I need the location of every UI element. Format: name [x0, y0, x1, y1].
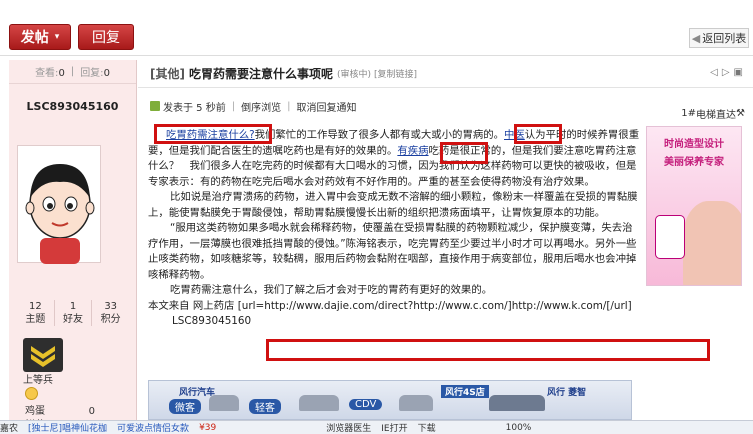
views-label: 查看:	[35, 68, 59, 79]
floor-controls: 1# 电梯直达 ⚒	[681, 106, 745, 121]
author-counts: 12 主题 1 好友 33 积分	[17, 300, 129, 326]
smiley-icon	[25, 387, 38, 400]
status-item[interactable]: 嘉农	[0, 421, 18, 434]
inline-link[interactable]: 有疾病	[397, 145, 428, 157]
reverse-order-link[interactable]: 倒序浏览	[241, 99, 281, 114]
car-icon	[399, 395, 433, 411]
cosmetics-ad[interactable]: 时尚造型设计 美丽保养专家	[646, 126, 742, 286]
status-price: ¥39	[199, 422, 217, 433]
cartoon-avatar-icon	[25, 164, 95, 264]
points-label: 积分	[100, 314, 121, 325]
status-item[interactable]: 下载	[418, 421, 436, 434]
highlight-box	[514, 124, 562, 144]
highlight-box	[154, 124, 272, 144]
status-item[interactable]: 浏览器医生	[326, 421, 371, 434]
thread-nav-icons[interactable]: ◁▷▣	[710, 67, 747, 78]
paragraph-text: 吃胃药需注意什么，我们了解之后才会对于吃的胃药有更好的效果的。	[170, 284, 493, 296]
replies-label: 回复:	[80, 68, 104, 79]
top-toolbar: 发帖 ▾ 回复 ◀ 返回列表	[0, 0, 753, 56]
car-icon	[209, 395, 239, 411]
rank-name: 上等兵	[23, 375, 53, 386]
status-item[interactable]: IE打开	[381, 421, 407, 434]
page-title: 吃胃药需要注意什么事项呢	[188, 67, 333, 81]
banner-tag: 轻客	[249, 399, 281, 414]
topics-label: 主题	[25, 314, 46, 325]
back-arrow-icon: ◀	[691, 31, 701, 45]
post-signature: LSC893045160	[172, 315, 252, 327]
banner-tag: 微客	[169, 399, 201, 414]
author-online-icon	[150, 101, 160, 111]
post-paragraph: 比如说是治疗胃溃疡的药物，进入胃中会变成无数不溶解的细小颗粒，像粉末一样覆盖在受…	[148, 190, 642, 221]
banner-tag: CDV	[349, 399, 383, 410]
thread-title-bar: [其他] 吃胃药需要注意什么事项呢 (审核中) [复制链接] ◁▷▣	[138, 60, 753, 88]
new-post-label: 发帖	[20, 30, 49, 46]
topics-stat[interactable]: 12 主题	[17, 300, 54, 326]
zoom-level[interactable]: 100%	[506, 423, 532, 433]
back-to-list-button[interactable]: ◀ 返回列表	[689, 28, 749, 48]
replies-count: 0	[103, 68, 110, 79]
friends-count: 1	[69, 301, 77, 312]
highlight-box	[440, 142, 488, 164]
ad-line-2: 美丽保养专家	[664, 157, 724, 168]
floor-number: 1#	[681, 107, 697, 119]
post-meta-bar: 发表于 5 秒前 | 倒序浏览 | 取消回复通知	[138, 94, 753, 118]
avatar[interactable]	[17, 145, 101, 264]
post-source: 本文来自 网上药店 [url=http://www.dajie.com/dire…	[148, 299, 632, 312]
points-count: 33	[104, 301, 118, 312]
cancel-notify-link[interactable]: 取消回复通知	[296, 99, 356, 114]
chevron-down-icon: ▾	[54, 32, 60, 42]
banner-brand-2: 风行 菱智	[547, 388, 587, 398]
views-count: 0	[58, 68, 65, 79]
car-icon	[299, 395, 339, 411]
thread-stats: 查看:0 | 回复:0	[9, 60, 136, 84]
post-paragraph: “服用这类药物如果多喝水就会稀释药物，使覆盖在受损胃黏膜的药物颗粒减少，保护膜变…	[148, 221, 642, 283]
status-item[interactable]: 可爱波点情侣女款	[117, 421, 189, 434]
posted-time: 发表于 5 秒前	[163, 102, 226, 114]
car-icon	[489, 395, 545, 411]
status-item[interactable]: [独士尼]唱神仙花枷	[28, 421, 107, 434]
copy-link[interactable]: [复制链接]	[374, 67, 417, 80]
topics-count: 12	[28, 301, 42, 312]
friends-label: 好友	[63, 314, 83, 325]
attr-row: 鸡蛋 0	[25, 405, 95, 419]
back-to-list-label: 返回列表	[702, 32, 747, 45]
author-username[interactable]: LSC893045160	[9, 100, 136, 113]
paragraph-text: 比如说是治疗胃溃疡的药物，进入胃中会变成无数不溶解的细小颗粒，像粉末一样覆盖在受…	[148, 191, 638, 219]
post-main: [其他] 吃胃药需要注意什么事项呢 (审核中) [复制链接] ◁▷▣ 发表于 5…	[138, 60, 753, 420]
car-ad-banner[interactable]: 风行汽车 微客 轻客 CDV 风行4S店 风行 菱智	[148, 380, 632, 420]
paragraph-text: “服用这类药物如果多喝水就会稀释药物，使覆盖在受损胃黏膜的药物颗粒减少，保护膜变…	[148, 222, 637, 281]
ad-line-1: 时尚造型设计	[664, 139, 724, 150]
review-status-badge: (审核中)	[337, 70, 372, 80]
model-face-image	[683, 201, 741, 285]
friends-stat[interactable]: 1 好友	[53, 300, 92, 326]
points-stat[interactable]: 33 积分	[91, 300, 129, 326]
thread-category[interactable]: [其他]	[150, 65, 185, 82]
product-bottle-icon	[655, 215, 685, 259]
author-profile-panel: 查看:0 | 回复:0 LSC893045160 12 主题 1 好友 33 积…	[9, 60, 137, 431]
attr-value: 0	[88, 406, 95, 417]
post-content: 吃胃药需注意什么?我们繁忙的工作导致了很多人都有或大或小的胃病的。中医认为平时的…	[148, 128, 642, 330]
post-paragraph: 吃胃药需注意什么，我们了解之后才会对于吃的胃药有更好的效果的。	[148, 283, 642, 299]
wrench-icon[interactable]: ⚒	[736, 108, 745, 119]
attr-label: 鸡蛋	[25, 406, 45, 417]
paragraph-text: 我们繁忙的工作导致了很多人都有或大或小的胃病的。	[254, 129, 505, 141]
rank-badge-icon	[23, 338, 63, 372]
new-post-button[interactable]: 发帖 ▾	[9, 24, 71, 50]
highlight-box	[266, 339, 710, 361]
banner-shop: 风行4S店	[441, 385, 489, 398]
reply-button[interactable]: 回复	[78, 24, 134, 50]
jump-label: 电梯直达	[696, 109, 737, 121]
browser-status-bar: 嘉农 [独士尼]唱神仙花枷 可爱波点情侣女款 ¥39 浏览器医生 IE打开 下载…	[0, 420, 753, 434]
